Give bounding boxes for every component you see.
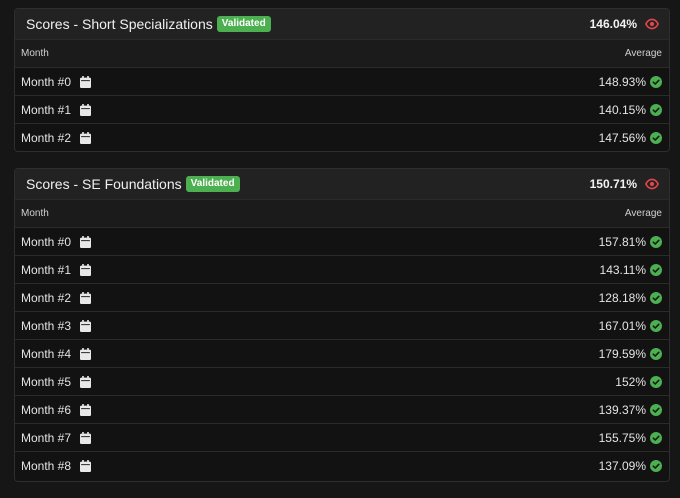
table-row: Month #3 167.01% <box>15 312 669 340</box>
column-header-average: Average <box>624 48 662 59</box>
calendar-icon[interactable] <box>80 403 92 416</box>
check-circle-icon <box>650 319 662 332</box>
average-value: 152% <box>615 374 646 389</box>
month-label: Month #7 <box>21 430 72 445</box>
average-value: 157.81% <box>598 234 646 249</box>
calendar-icon[interactable] <box>80 103 92 116</box>
table-row: Month #0 148.93% <box>15 68 669 96</box>
overall-average: 146.04% <box>589 17 637 31</box>
column-header-row: Month Average <box>15 40 669 68</box>
column-header-average: Average <box>624 208 662 219</box>
average-value: 143.11% <box>599 262 646 277</box>
table-row: Month #2 147.56% <box>15 124 669 151</box>
average-value: 140.15% <box>598 102 646 117</box>
eye-icon[interactable] <box>645 177 659 191</box>
check-circle-icon <box>650 263 662 276</box>
month-label: Month #4 <box>21 346 72 361</box>
table-body: Month #0 157.81% Month #1 143.11% Month … <box>15 228 669 479</box>
column-header-month: Month <box>21 208 49 219</box>
table-row: Month #6 139.37% <box>15 396 669 424</box>
check-circle-icon <box>650 431 662 444</box>
column-header-month: Month <box>21 48 49 59</box>
average-value: 179.59% <box>598 346 646 361</box>
calendar-icon[interactable] <box>80 263 92 276</box>
table-row: Month #1 143.11% <box>15 256 669 284</box>
average-value: 137.09% <box>598 458 646 473</box>
check-circle-icon <box>650 347 662 360</box>
average-value: 148.93% <box>598 74 646 89</box>
scores-card-short-specializations: Scores - Short Specializations Validated… <box>14 8 670 152</box>
table-row: Month #5 152% <box>15 368 669 396</box>
overall-average: 150.71% <box>589 177 637 191</box>
card-header: Scores - Short Specializations Validated… <box>15 9 669 40</box>
scores-card-se-foundations: Scores - SE Foundations Validated 150.71… <box>14 168 670 482</box>
average-value: 167.01% <box>598 318 646 333</box>
check-circle-icon <box>650 131 662 144</box>
table-body: Month #0 148.93% Month #1 140.15% Month … <box>15 68 669 151</box>
table-row: Month #7 155.75% <box>15 424 669 452</box>
validated-badge: Validated <box>185 176 240 192</box>
calendar-icon[interactable] <box>80 75 92 88</box>
month-label: Month #3 <box>21 318 72 333</box>
eye-icon[interactable] <box>645 17 659 31</box>
check-circle-icon <box>650 291 662 304</box>
calendar-icon[interactable] <box>80 431 92 444</box>
month-label: Month #1 <box>21 102 72 117</box>
check-circle-icon <box>650 375 662 388</box>
check-circle-icon <box>650 459 662 472</box>
month-label: Month #8 <box>21 458 72 473</box>
month-label: Month #6 <box>21 402 72 417</box>
calendar-icon[interactable] <box>80 131 92 144</box>
calendar-icon[interactable] <box>80 291 92 304</box>
card-header: Scores - SE Foundations Validated 150.71… <box>15 169 669 200</box>
validated-badge: Validated <box>216 16 271 32</box>
month-label: Month #5 <box>21 374 72 389</box>
table-row: Month #1 140.15% <box>15 96 669 124</box>
card-title: Scores - SE Foundations <box>26 176 182 192</box>
month-label: Month #1 <box>21 262 72 277</box>
table-row: Month #8 137.09% <box>15 452 669 479</box>
check-circle-icon <box>650 75 662 88</box>
calendar-icon[interactable] <box>80 375 92 388</box>
table-row: Month #2 128.18% <box>15 284 669 312</box>
calendar-icon[interactable] <box>80 235 92 248</box>
check-circle-icon <box>650 103 662 116</box>
average-value: 147.56% <box>598 130 646 145</box>
average-value: 128.18% <box>598 290 646 305</box>
card-title: Scores - Short Specializations <box>26 16 213 32</box>
table-row: Month #4 179.59% <box>15 340 669 368</box>
month-label: Month #2 <box>21 290 72 305</box>
average-value: 139.37% <box>598 402 646 417</box>
check-circle-icon <box>650 403 662 416</box>
average-value: 155.75% <box>598 430 646 445</box>
month-label: Month #2 <box>21 130 72 145</box>
month-label: Month #0 <box>21 234 72 249</box>
calendar-icon[interactable] <box>80 319 92 332</box>
calendar-icon[interactable] <box>80 347 92 360</box>
column-header-row: Month Average <box>15 200 669 228</box>
table-row: Month #0 157.81% <box>15 228 669 256</box>
month-label: Month #0 <box>21 74 72 89</box>
check-circle-icon <box>650 235 662 248</box>
calendar-icon[interactable] <box>80 459 92 472</box>
